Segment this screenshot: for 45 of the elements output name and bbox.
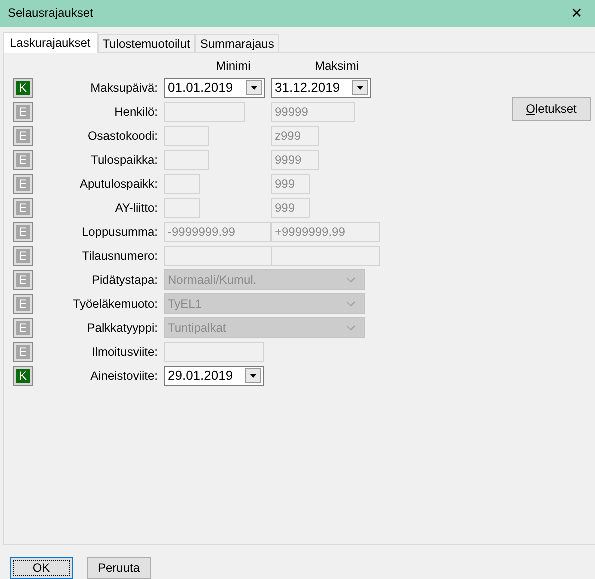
toggle-button[interactable]: E	[14, 342, 32, 361]
field-label: Aineistoviite:	[90, 368, 159, 383]
field-label: Loppusumma:	[80, 224, 159, 239]
close-button[interactable]: ✕	[567, 5, 587, 22]
dropdown-button[interactable]	[245, 368, 261, 384]
field-label: Maksupäivä:	[90, 80, 159, 95]
date-combo-field[interactable]: 31.12.2019	[271, 78, 371, 98]
chevron-down-icon	[346, 324, 356, 331]
dropdown-button[interactable]	[246, 80, 262, 96]
column-header: Maksimi	[314, 58, 360, 73]
field-label: Tulospaikka:	[90, 152, 159, 167]
toggle-button[interactable]: E	[14, 174, 32, 193]
field-label: Työeläkemuoto:	[72, 296, 159, 311]
toggle-button[interactable]: K	[14, 78, 32, 97]
dialog-button[interactable]: OK	[10, 557, 73, 579]
dropdown-arrow-icon	[356, 86, 364, 90]
field-label: Pidätystapa:	[90, 272, 159, 287]
tab[interactable]: Laskurajaukset	[3, 32, 98, 53]
tab[interactable]: Tulostemuotoilut	[98, 34, 196, 52]
dropdown-button[interactable]	[352, 80, 368, 96]
date-combo-field[interactable]: 01.01.2019	[164, 78, 265, 98]
dropdown-arrow-icon	[250, 374, 256, 378]
dropdown-arrow-icon	[250, 86, 258, 90]
toggle-button[interactable]: E	[14, 222, 32, 241]
chevron-down-icon	[346, 276, 356, 283]
field-label: Aputulospaikk:	[78, 176, 159, 191]
column-header: Minimi	[215, 58, 252, 73]
field-label: Henkilö:	[114, 104, 159, 119]
chevron-down-icon	[346, 300, 356, 307]
field-label: Osastokoodi:	[86, 128, 159, 143]
field-label: Tilausnumero:	[81, 248, 159, 263]
field-label: Palkkatyyppi:	[86, 320, 159, 335]
toggle-button[interactable]: E	[14, 102, 32, 121]
date-combo-field[interactable]: 29.01.2019	[164, 366, 264, 386]
defaults-button[interactable]: Oletukset	[512, 96, 591, 121]
toggle-button[interactable]: E	[14, 198, 32, 217]
toggle-button[interactable]: E	[14, 126, 32, 145]
toggle-button[interactable]: E	[14, 246, 32, 265]
field-label: Ilmoitusviite:	[90, 344, 159, 359]
tab[interactable]: Summarajaus	[195, 34, 280, 52]
dialog-button[interactable]: Peruuta	[87, 557, 151, 579]
window-title: Selausrajaukset	[8, 6, 94, 20]
toggle-button[interactable]: K	[14, 366, 32, 385]
toggle-button[interactable]: E	[14, 150, 32, 169]
field-label: AY-liitto:	[114, 200, 159, 215]
